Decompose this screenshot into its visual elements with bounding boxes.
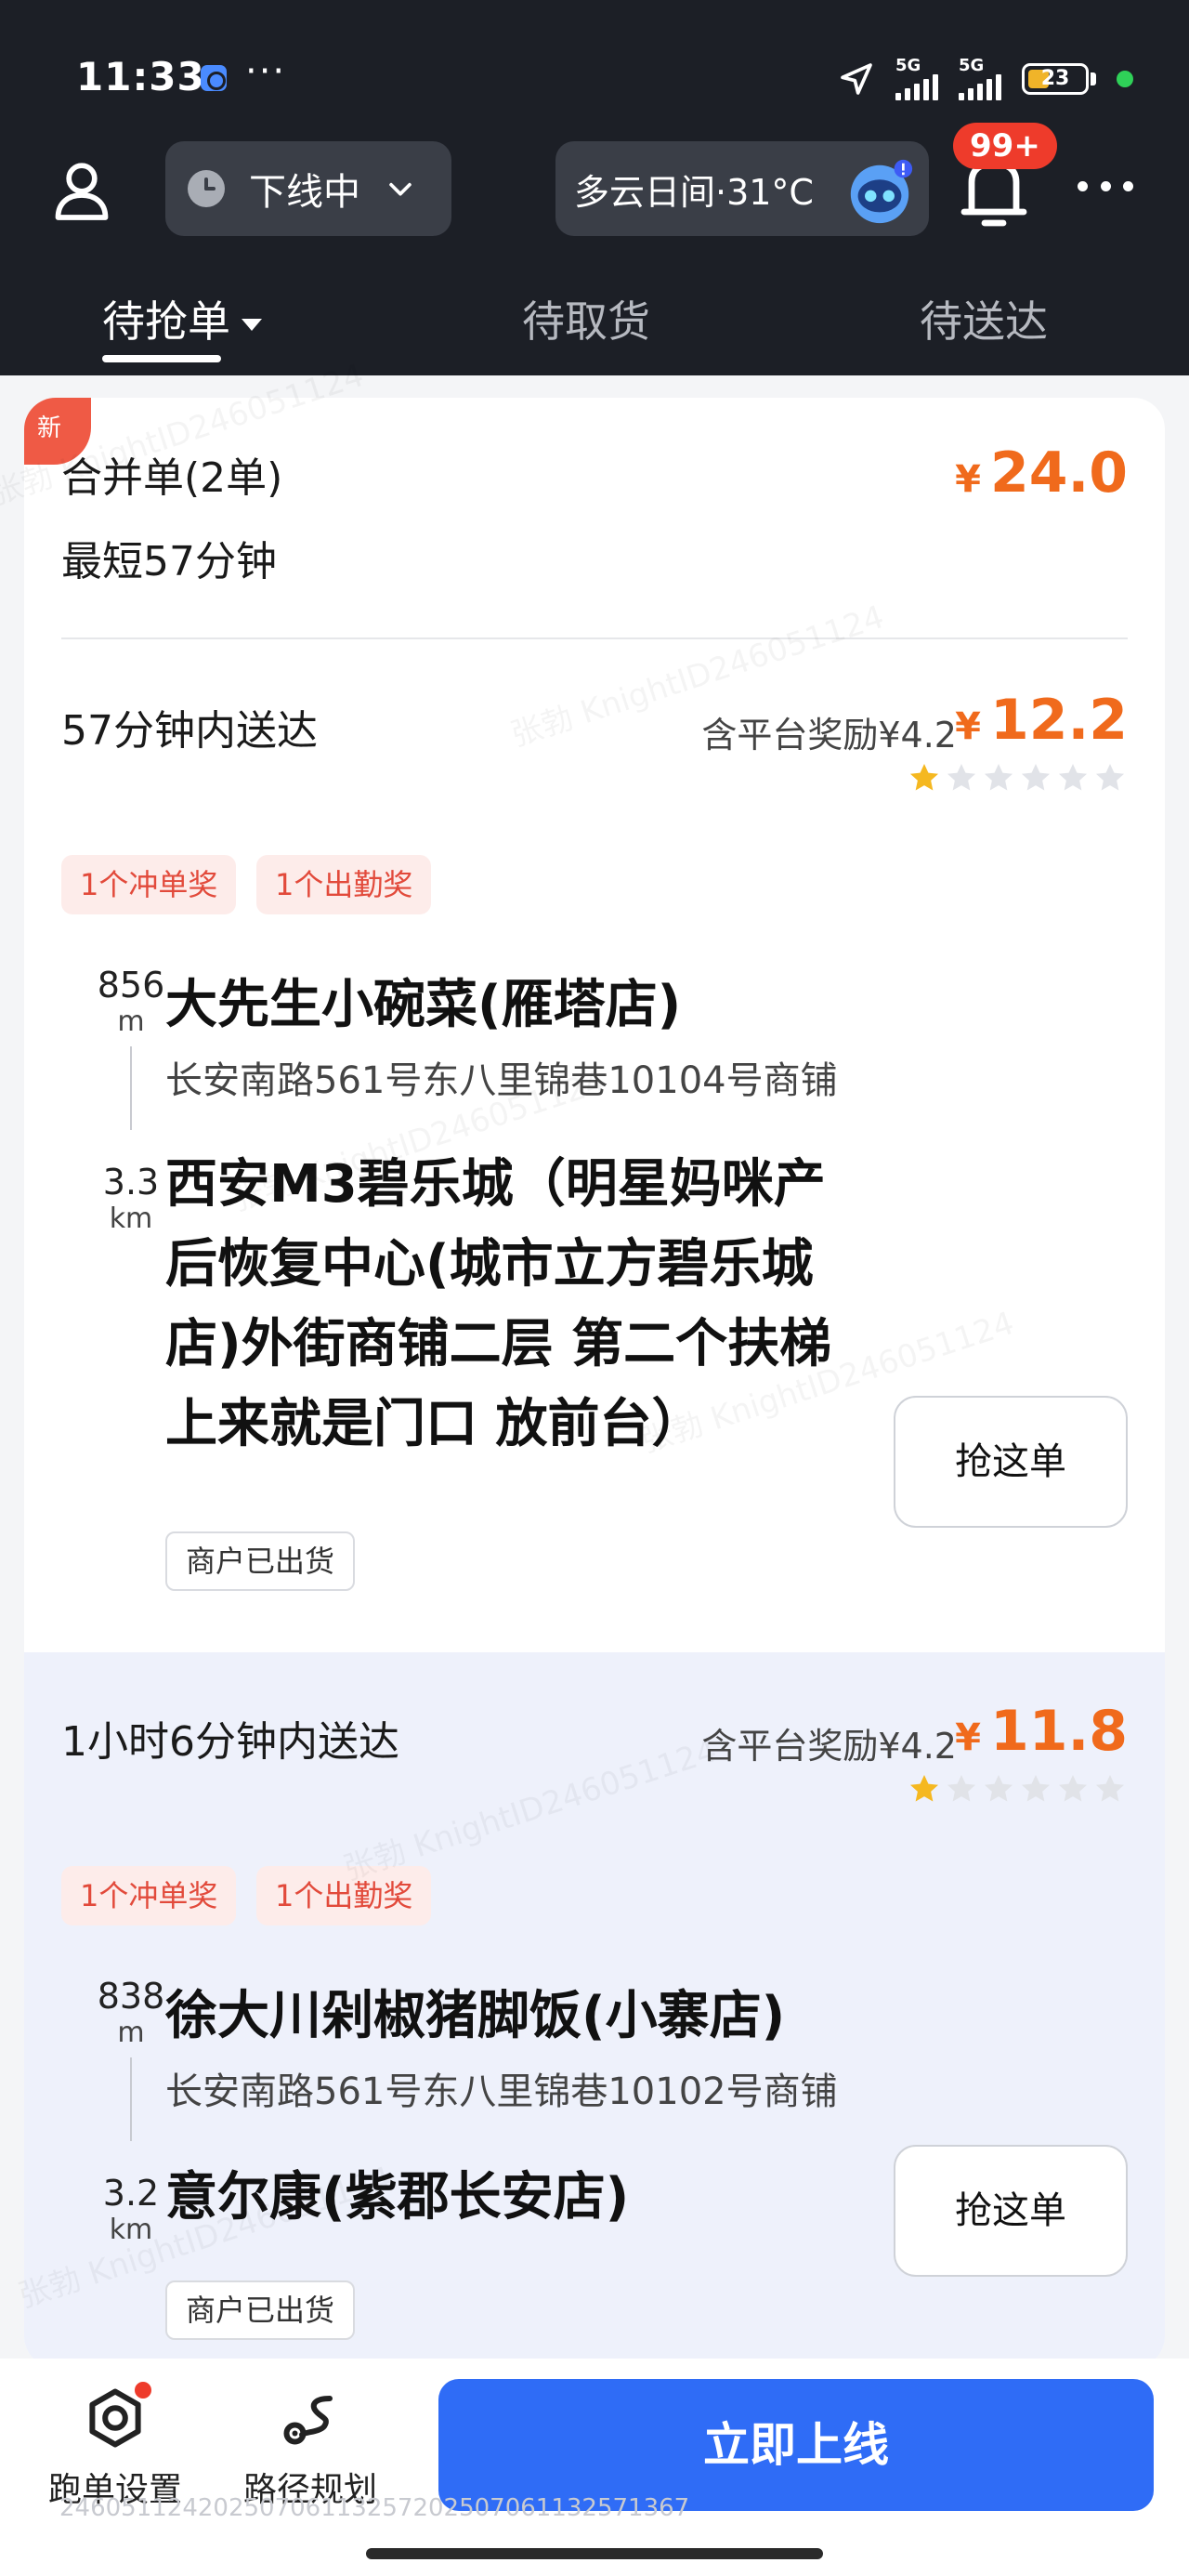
app-notification-icon xyxy=(201,65,227,91)
grab-order-button[interactable]: 抢这单 xyxy=(894,2145,1128,2277)
star-icon xyxy=(1095,1774,1125,1802)
more-notifications-icon: ··· xyxy=(245,50,287,93)
bottom-bar: 跑单设置 路径规划 立即上线 2460511242025070611325720… xyxy=(0,2359,1189,2576)
device-trace-id: 2460511242025070611325720250706113257136… xyxy=(59,2494,690,2522)
grab-order-button[interactable]: 抢这单 xyxy=(894,1396,1128,1528)
app-header: 11:33 ··· 5G 5G 23 下线中 多云日间·31°C 99+ 待抢单… xyxy=(0,0,1189,375)
location-arrow-icon xyxy=(841,63,872,95)
star-icon xyxy=(984,1774,1013,1802)
pickup-shop-name: 大先生小碗菜(雁塔店) xyxy=(165,975,682,1035)
assistant-robot-icon[interactable] xyxy=(843,154,916,227)
notification-badge: 99+ xyxy=(953,123,1057,169)
sub-order-2: 1小时6分钟内送达 含平台奖励¥4.2 ¥11.8 1个冲单奖 1个出勤奖 83… xyxy=(24,1652,1165,2368)
home-indicator[interactable] xyxy=(366,2548,823,2559)
tab-waiting-grab[interactable]: 待抢单 xyxy=(102,288,262,349)
pickup-shop-address: 长安南路561号东八里锦巷10104号商铺 xyxy=(165,1059,838,1102)
merchant-shipped-chip: 商户已出货 xyxy=(165,1531,356,1591)
order-tabs: 待抢单 待取货 待送达 xyxy=(0,275,1189,375)
delivery-deadline: 57分钟内送达 xyxy=(61,707,318,755)
status-time: 11:33 xyxy=(76,54,205,99)
star-icon xyxy=(1021,763,1051,791)
combined-order-title: 合并单(2单) xyxy=(61,454,283,502)
combined-order-subtitle: 最短57分钟 xyxy=(61,538,277,585)
battery-icon: 23 xyxy=(1022,63,1096,95)
tab-waiting-pickup[interactable]: 待取货 xyxy=(522,288,650,349)
route-planning-button[interactable]: 路径规划 xyxy=(236,2385,385,2511)
weather-label: 多云日间·31°C xyxy=(574,171,814,213)
delivery-destination: 意尔康(紫郡长安店) xyxy=(165,2167,630,2228)
status-indicators: 5G 5G 23 xyxy=(838,58,1133,100)
order-rating-stars xyxy=(907,1771,1128,1807)
route-connector xyxy=(130,2057,132,2141)
chevron-down-icon xyxy=(389,182,412,196)
star-icon xyxy=(947,763,976,791)
star-icon xyxy=(909,1774,939,1802)
combined-order-price: ¥24.0 xyxy=(955,440,1128,506)
rush-bonus-tag: 1个冲单奖 xyxy=(61,1866,237,1925)
sub-order-1: 57分钟内送达 含平台奖励¥4.2 ¥12.2 1个冲单奖 1个出勤奖 856 m… xyxy=(24,641,1165,1654)
weather-widget[interactable]: 多云日间·31°C xyxy=(555,141,929,236)
star-icon xyxy=(1058,763,1088,791)
active-tab-indicator xyxy=(102,355,221,362)
attendance-bonus-tag: 1个出勤奖 xyxy=(256,855,432,914)
combined-order-card[interactable]: 新 合并单(2单) 最短57分钟 ¥24.0 57分钟内送达 含平台奖励¥4.2… xyxy=(24,398,1165,2368)
cellular-signal-icon-2: 5G xyxy=(959,58,1001,100)
order-price: ¥11.8 xyxy=(955,1699,1128,1764)
star-icon xyxy=(1095,763,1125,791)
attendance-bonus-tag: 1个出勤奖 xyxy=(256,1866,432,1925)
privacy-indicator-dot xyxy=(1117,71,1133,87)
star-icon xyxy=(984,763,1013,791)
platform-reward-note: 含平台奖励¥4.2 xyxy=(701,1726,957,1767)
order-settings-button[interactable]: 跑单设置 xyxy=(41,2379,189,2511)
route-planning-icon xyxy=(283,2396,333,2445)
delivery-deadline: 1小时6分钟内送达 xyxy=(61,1718,399,1766)
divider xyxy=(61,637,1128,639)
more-menu-icon[interactable] xyxy=(1078,167,1133,204)
online-status-dropdown[interactable]: 下线中 xyxy=(165,141,451,236)
status-bar: 11:33 ··· 5G 5G 23 xyxy=(0,0,1189,139)
pickup-shop-name: 徐大川剁椒猪脚饭(小寨店) xyxy=(165,1986,786,2046)
online-status-label: 下线中 xyxy=(249,171,360,214)
pickup-shop-address: 长安南路561号东八里锦巷10102号商铺 xyxy=(165,2070,838,2113)
delivery-destination: 西安M3碧乐城（明星妈咪产后恢复中心(城市立方碧乐城店)外街商铺二层 第二个扶梯… xyxy=(165,1154,832,1454)
merchant-shipped-chip: 商户已出货 xyxy=(165,2280,356,2340)
star-icon xyxy=(909,763,939,791)
platform-reward-note: 含平台奖励¥4.2 xyxy=(701,715,957,756)
order-rating-stars xyxy=(907,760,1128,795)
settings-alert-dot xyxy=(132,2379,154,2401)
profile-icon[interactable] xyxy=(48,156,115,223)
tab-waiting-delivery[interactable]: 待送达 xyxy=(920,288,1048,349)
caret-down-icon xyxy=(242,319,262,331)
clock-icon xyxy=(188,170,225,207)
star-icon xyxy=(1021,1774,1051,1802)
cellular-signal-icon: 5G xyxy=(895,58,938,100)
star-icon xyxy=(1058,1774,1088,1802)
rush-bonus-tag: 1个冲单奖 xyxy=(61,855,237,914)
order-price: ¥12.2 xyxy=(955,688,1128,753)
star-icon xyxy=(947,1774,976,1802)
route-connector xyxy=(130,1046,132,1130)
go-online-button[interactable]: 立即上线 xyxy=(438,2379,1154,2511)
